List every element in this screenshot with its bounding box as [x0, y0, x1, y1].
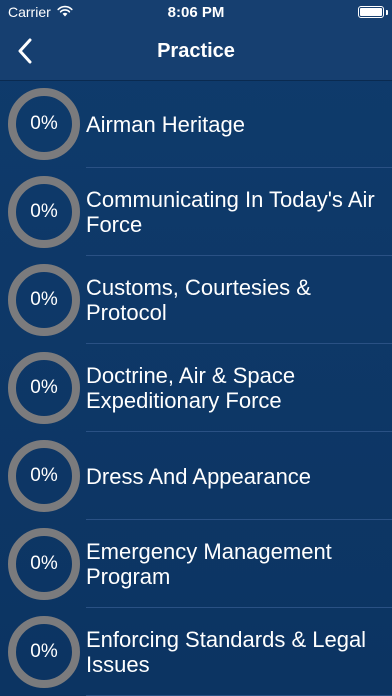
progress-ring: 0% — [8, 88, 80, 160]
progress-percent: 0% — [30, 377, 58, 398]
topic-label: Doctrine, Air & Space Expeditionary Forc… — [86, 363, 296, 413]
chevron-left-icon — [17, 38, 33, 69]
status-time: 8:06 PM — [167, 4, 225, 21]
progress-percent: 0% — [30, 289, 58, 310]
progress-percent: 0% — [30, 201, 58, 222]
battery-icon — [358, 6, 384, 18]
progress-percent: 0% — [30, 465, 58, 486]
topic-label: Emergency Management Program — [86, 539, 332, 589]
topic-label: Airman Heritage — [86, 111, 245, 137]
progress-ring: 0% — [8, 440, 80, 512]
progress-percent: 0% — [30, 113, 58, 134]
topic-label: Communicating In Today's Air Force — [86, 187, 375, 237]
list-item[interactable]: 0% Enforcing Standards & Legal Issues — [0, 608, 392, 696]
list-item[interactable]: 0% Doctrine, Air & Space Expeditionary F… — [0, 344, 392, 432]
topic-label: Customs, Courtesies & Protocol — [86, 275, 311, 325]
practice-topic-list: 0% Airman Heritage 0% Communicating In T… — [0, 80, 392, 696]
status-bar: Carrier 8:06 PM — [0, 0, 392, 26]
progress-ring: 0% — [8, 616, 80, 688]
topic-label: Enforcing Standards & Legal Issues — [86, 627, 367, 677]
progress-ring: 0% — [8, 176, 80, 248]
progress-percent: 0% — [30, 553, 58, 574]
battery-level — [360, 8, 382, 16]
topic-label: Dress And Appearance — [86, 463, 312, 489]
list-item[interactable]: 0% Airman Heritage — [0, 80, 392, 168]
navigation-bar: Practice — [0, 26, 392, 81]
progress-percent: 0% — [30, 641, 58, 662]
progress-ring: 0% — [8, 264, 80, 336]
list-item[interactable]: 0% Dress And Appearance — [0, 432, 392, 520]
list-item[interactable]: 0% Communicating In Today's Air Force — [0, 168, 392, 256]
battery-tip — [386, 9, 388, 15]
progress-ring: 0% — [8, 352, 80, 424]
page-title: Practice — [157, 40, 235, 62]
progress-ring: 0% — [8, 528, 80, 600]
list-item[interactable]: 0% Emergency Management Program — [0, 520, 392, 608]
back-button[interactable] — [10, 36, 40, 70]
practice-screen: Carrier 8:06 PM Practice 0% Airman Herit… — [0, 0, 392, 696]
list-item[interactable]: 0% Customs, Courtesies & Protocol — [0, 256, 392, 344]
